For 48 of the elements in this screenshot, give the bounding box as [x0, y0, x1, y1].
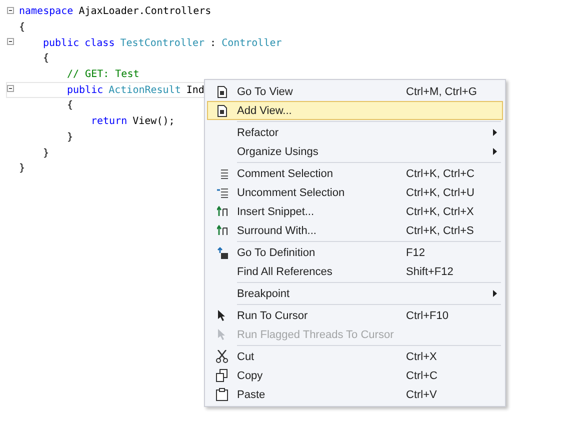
code-token: // GET: Test [67, 69, 140, 80]
definition-icon [216, 246, 228, 258]
scissors-icon [216, 350, 228, 363]
pointer-icon [218, 329, 226, 340]
pointer-icon [218, 310, 226, 321]
code-token: namespace [19, 6, 74, 18]
menu-item[interactable]: Go To View Ctrl+M, Ctrl+G [207, 82, 503, 101]
menu-item[interactable]: Organize Usings [207, 142, 503, 161]
menu-item[interactable]: Find All References Shift+F12 [207, 262, 503, 281]
clipboard-icon [216, 388, 228, 401]
code-token: View(); [132, 116, 175, 128]
menu-item[interactable]: Insert Snippet... Ctrl+K, Ctrl+X [207, 202, 503, 221]
code-token: Ind [186, 84, 204, 96]
menu-item[interactable]: Uncomment Selection Ctrl+K, Ctrl+U [207, 183, 503, 202]
code-token: { [43, 53, 50, 64]
code-token: public [67, 84, 104, 96]
menu-item[interactable]: Surround With... Ctrl+K, Ctrl+S [207, 221, 503, 240]
copy-icon [216, 369, 228, 382]
menu-item[interactable]: Refactor [207, 123, 503, 142]
snippet-icon [216, 206, 228, 217]
snippet-icon [216, 225, 228, 236]
menu-item[interactable]: Comment Selection Ctrl+K, Ctrl+C [207, 164, 503, 183]
code-token: { [19, 22, 26, 34]
code-token: return [91, 116, 128, 128]
collapse-icon[interactable] [7, 85, 14, 92]
code-token: ActionResult [108, 84, 181, 96]
code-token: TestController [120, 38, 205, 49]
uncomment-icon [216, 188, 228, 198]
code-token: { [67, 100, 74, 112]
code-token: AjaxLoader.Controllers [78, 6, 212, 18]
code-token: } [67, 132, 74, 143]
code-token: public [43, 38, 80, 49]
menu-item[interactable]: Run To Cursor Ctrl+F10 [207, 306, 503, 325]
menu-item[interactable]: Cut Ctrl+X [207, 347, 503, 366]
code-token: } [19, 163, 26, 174]
code-token: : [210, 38, 216, 49]
menu-item[interactable]: Add View... [207, 101, 503, 120]
code-token: } [43, 148, 50, 159]
code-token: class [84, 38, 115, 49]
menu-item[interactable]: Go To Definition F12 [207, 243, 503, 262]
menu-item[interactable]: Copy Ctrl+C [207, 366, 503, 385]
collapse-icon[interactable] [7, 7, 14, 14]
document-icon [217, 86, 227, 98]
collapse-icon[interactable] [7, 38, 14, 46]
menu-item[interactable]: Paste Ctrl+V [207, 385, 503, 404]
menu-item[interactable]: Breakpoint [207, 284, 503, 303]
document-icon [217, 104, 227, 116]
code-token: Controller [222, 38, 282, 49]
